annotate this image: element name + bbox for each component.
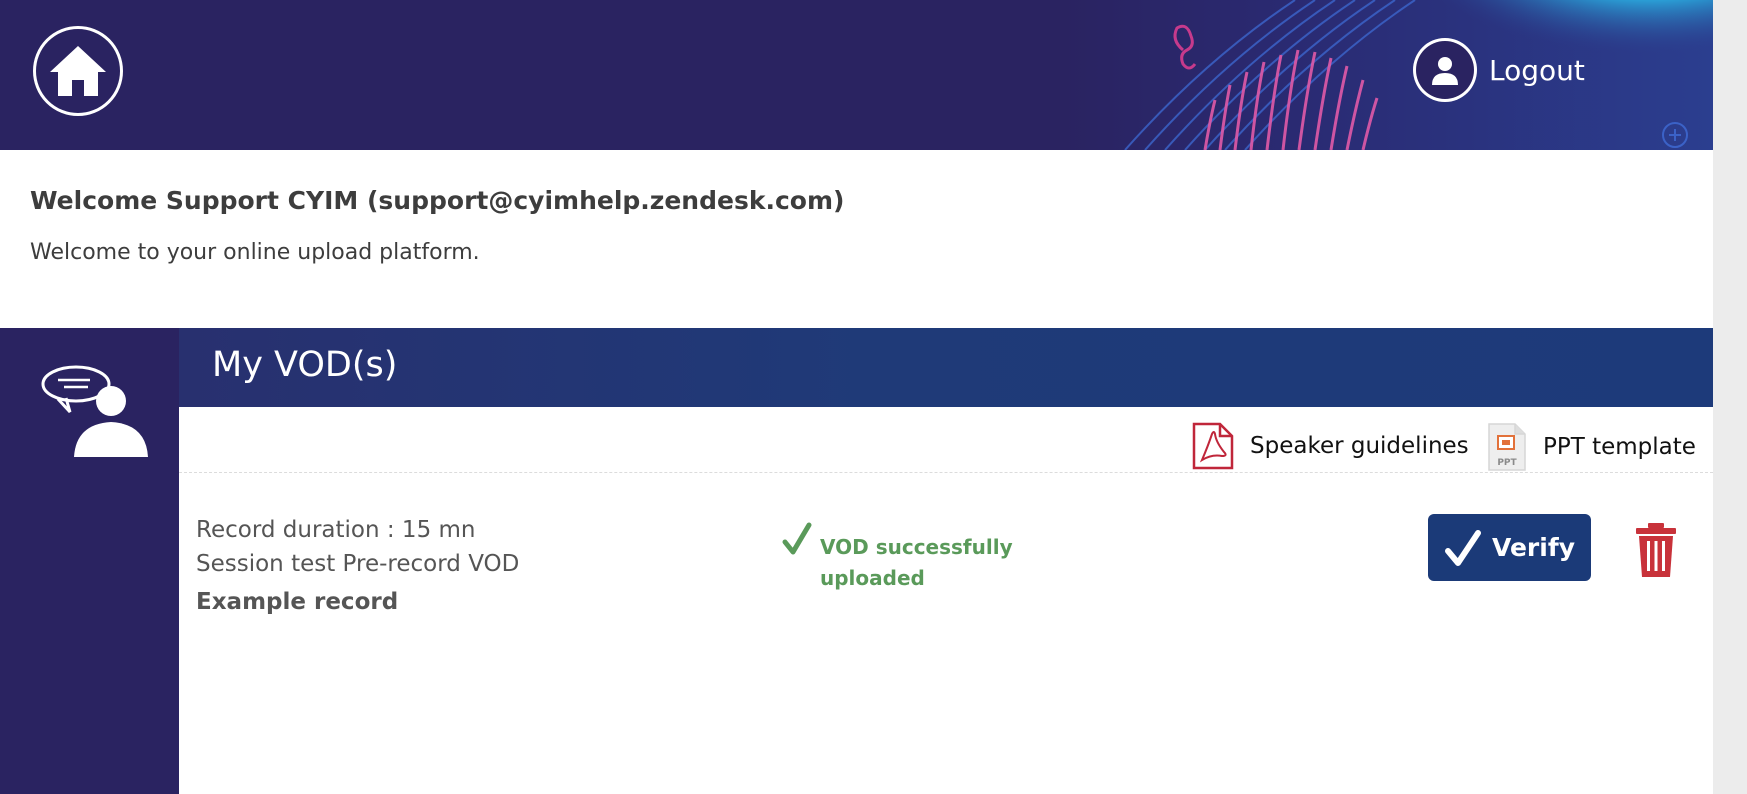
top-header: Logout xyxy=(0,0,1713,150)
record-name: Example record xyxy=(196,589,399,615)
home-button[interactable] xyxy=(33,26,123,116)
verify-button[interactable]: Verify xyxy=(1428,514,1591,581)
trash-icon[interactable] xyxy=(1634,523,1678,577)
speaker-guidelines-link[interactable]: Speaker guidelines xyxy=(1192,422,1469,470)
page: Logout Welcome Support CYIM (support@cyi… xyxy=(0,0,1713,794)
pdf-icon xyxy=(1192,422,1234,470)
ppt-badge: PPT xyxy=(1497,458,1517,468)
record-session: Session test Pre-record VOD xyxy=(196,551,520,577)
section-title: My VOD(s) xyxy=(212,345,398,385)
ppt-file-icon: PPT xyxy=(1488,423,1526,471)
check-icon xyxy=(782,522,812,555)
welcome-title: Welcome Support CYIM (support@cyimhelp.z… xyxy=(30,186,845,215)
section-header-bar xyxy=(179,328,1713,407)
home-icon xyxy=(50,46,106,96)
verify-label: Verify xyxy=(1491,533,1575,562)
record-duration: Record duration : 15 mn xyxy=(196,517,476,543)
ppt-template-link[interactable]: PPT PPT template xyxy=(1487,422,1696,472)
logout-label: Logout xyxy=(1489,53,1585,87)
resources-bar xyxy=(179,407,1713,473)
logout-button[interactable]: Logout xyxy=(1413,38,1585,102)
upload-status-text: VOD successfully uploaded xyxy=(820,535,1013,590)
speaker-chat-icon xyxy=(41,365,148,457)
ppt-template-label: PPT template xyxy=(1543,434,1696,460)
checkmark-icon xyxy=(1444,529,1481,566)
user-icon xyxy=(1413,38,1477,102)
speaker-guidelines-label: Speaker guidelines xyxy=(1250,433,1469,459)
header-banner-art xyxy=(1065,0,1713,150)
upload-status: VOD successfully uploaded xyxy=(782,522,1050,594)
welcome-subtitle: Welcome to your online upload platform. xyxy=(30,240,480,265)
